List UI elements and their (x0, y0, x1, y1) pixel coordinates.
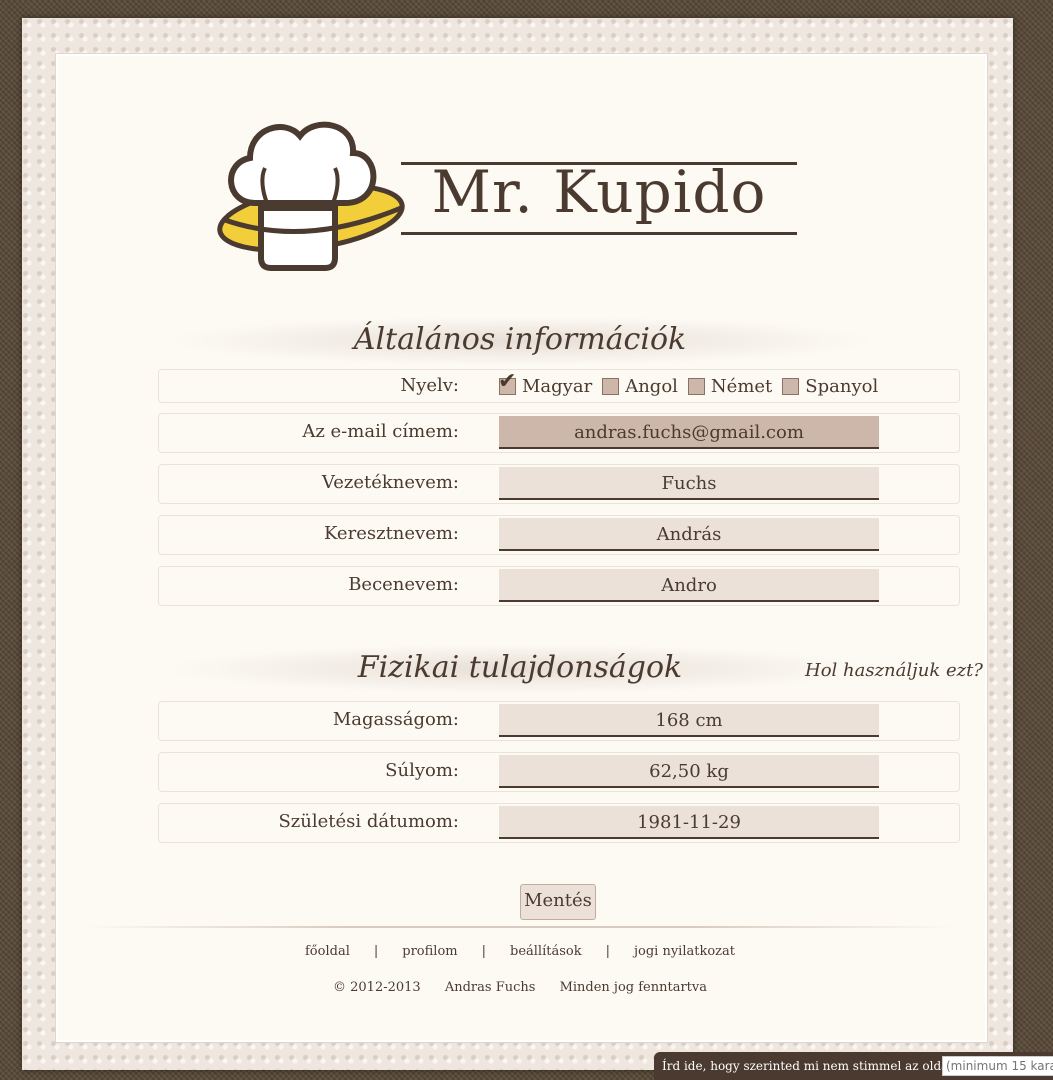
language-options: Magyar Angol Német Spanyol (498, 369, 878, 402)
language-option-label: Német (710, 375, 773, 397)
footer-link-home[interactable]: főoldal (305, 944, 350, 959)
copyright-rights: Minden jog fenntartva (559, 980, 707, 995)
checkbox-icon[interactable] (602, 377, 620, 395)
language-option-magyar[interactable]: Magyar (498, 369, 593, 397)
email-label: Az e-mail címem: (302, 421, 459, 442)
footer-divider (80, 926, 960, 928)
height-field[interactable]: 168 cm (499, 704, 879, 737)
height-row: Magasságom: 168 cm (158, 701, 960, 741)
footer-separator: | (605, 944, 610, 959)
feedback-input[interactable] (942, 1056, 1053, 1076)
language-option-nemet[interactable]: Német (687, 375, 773, 397)
birthdate-label: Születési dátumom: (278, 811, 459, 832)
brand-name: Mr. Kupido (431, 158, 767, 226)
section-title-physical: Fizikai tulajdonságok (160, 644, 880, 694)
footer-separator: | (481, 944, 486, 959)
language-option-label: Magyar (522, 375, 593, 397)
firstname-row: Keresztnevem: András (158, 515, 960, 555)
firstname-field[interactable]: András (499, 518, 879, 551)
footer-nav: főoldal | profilom | beállítások | jogi nyilat… (200, 944, 840, 959)
language-row: Nyelv: Magyar Angol Német Spanyol (158, 369, 960, 403)
email-field[interactable]: andras.fuchs@gmail.com (499, 416, 879, 449)
birthdate-field[interactable]: 1981-11-29 (499, 806, 879, 839)
footer-copyright: © 2012-2013 Andras Fuchs Minden jog fenn… (200, 980, 840, 995)
checkbox-icon[interactable] (782, 377, 800, 395)
weight-row: Súlyom: 62,50 kg (158, 752, 960, 792)
brand-logo[interactable]: Mr. Kupido (195, 108, 835, 278)
lastname-label: Vezetéknevem: (321, 472, 459, 493)
checkbox-icon[interactable] (687, 377, 705, 395)
nickname-field[interactable]: Andro (499, 569, 879, 602)
nickname-row: Becenevem: Andro (158, 566, 960, 606)
chef-hat-halo-icon (217, 121, 405, 271)
weight-field[interactable]: 62,50 kg (499, 755, 879, 788)
footer-link-settings[interactable]: beállítások (510, 944, 582, 959)
height-label: Magasságom: (332, 709, 459, 730)
save-button[interactable]: Mentés (520, 884, 596, 920)
checkbox-checked-icon[interactable] (498, 369, 516, 395)
copyright-author: Andras Fuchs (444, 980, 536, 995)
where-used-link[interactable]: Hol használjuk ezt? (805, 660, 983, 681)
feedback-bar: Írd ide, hogy szerinted mi nem stimmel a… (654, 1052, 1053, 1080)
firstname-label: Keresztnevem: (323, 523, 459, 544)
language-option-angol[interactable]: Angol (602, 376, 678, 397)
language-option-label: Angol (625, 375, 678, 397)
footer-separator: | (373, 944, 379, 959)
footer-link-profile[interactable]: profilom (402, 944, 457, 959)
logo-rule-bottom (401, 232, 797, 235)
language-label: Nyelv: (400, 375, 459, 396)
section-title-general: Általános információk (160, 316, 880, 366)
footer-link-legal[interactable]: jogi nyilatkozat (634, 944, 735, 959)
email-row: Az e-mail címem: andras.fuchs@gmail.com (158, 413, 960, 453)
lastname-field[interactable]: Fuchs (499, 467, 879, 500)
language-option-label: Spanyol (805, 375, 879, 397)
weight-label: Súlyom: (385, 760, 459, 781)
birthdate-row: Születési dátumom: 1981-11-29 (158, 803, 960, 843)
lastname-row: Vezetéknevem: Fuchs (158, 464, 960, 504)
feedback-label: Írd ide, hogy szerinted mi nem stimmel a… (662, 1059, 972, 1073)
copyright-years: © 2012-2013 (333, 980, 421, 995)
language-option-spanyol[interactable]: Spanyol (782, 376, 878, 397)
nickname-label: Becenevem: (348, 574, 459, 595)
